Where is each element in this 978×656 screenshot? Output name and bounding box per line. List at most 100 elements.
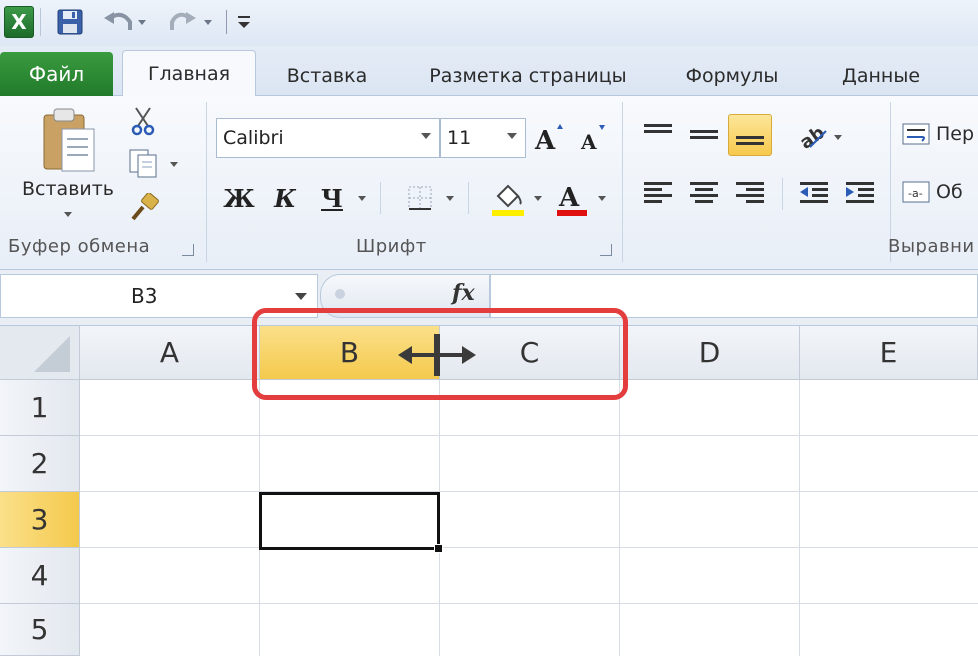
font-launcher-icon[interactable] xyxy=(600,244,612,256)
save-button[interactable] xyxy=(52,6,88,38)
align-left-icon xyxy=(644,182,672,203)
cut-button[interactable] xyxy=(128,104,158,138)
column-resize-cursor-icon[interactable] xyxy=(398,334,476,376)
italic-button[interactable]: К xyxy=(266,178,304,218)
font-color-button[interactable]: A xyxy=(552,176,592,220)
align-left-button[interactable] xyxy=(638,174,678,210)
undo-button[interactable] xyxy=(100,6,148,38)
column-header-d[interactable]: D xyxy=(620,326,800,380)
borders-dropdown-icon[interactable] xyxy=(446,196,454,201)
tab-insert[interactable]: Вставка xyxy=(272,56,382,96)
insert-function-button[interactable]: fx xyxy=(452,280,475,306)
column-header-a[interactable]: A xyxy=(80,326,260,380)
copy-button[interactable] xyxy=(126,146,182,180)
gridline xyxy=(799,380,800,656)
ribbon-tabs: Файл Главная Вставка Разметка страницы Ф… xyxy=(0,46,978,97)
clipboard-launcher-icon[interactable] xyxy=(182,244,194,256)
tab-formulas[interactable]: Формулы xyxy=(672,56,792,96)
increase-indent-icon xyxy=(846,182,874,203)
chevron-down-icon xyxy=(507,133,517,139)
scissors-icon xyxy=(131,107,155,136)
redo-icon xyxy=(170,12,212,30)
svg-text:A: A xyxy=(580,130,597,154)
align-middle-button[interactable] xyxy=(684,116,724,152)
align-center-icon xyxy=(690,182,718,203)
font-color-dropdown-icon[interactable] xyxy=(598,196,606,201)
decrease-indent-button[interactable] xyxy=(794,174,834,210)
font-name-select[interactable]: Calibri xyxy=(216,118,440,158)
row-header-3[interactable]: 3 xyxy=(0,492,80,548)
row-header-1[interactable]: 1 xyxy=(0,380,80,436)
fill-color-button[interactable] xyxy=(486,176,530,220)
paste-icon xyxy=(43,108,95,172)
qat-separator xyxy=(40,8,41,36)
underline-button[interactable]: Ч xyxy=(312,178,352,218)
align-center-button[interactable] xyxy=(684,174,724,210)
chevron-down-icon xyxy=(421,133,431,139)
wrap-text-label: Пер xyxy=(936,123,975,145)
font-size-select[interactable]: 11 xyxy=(440,118,526,158)
align-top-button[interactable] xyxy=(638,116,678,152)
gridline xyxy=(80,491,978,492)
active-cell-b3[interactable] xyxy=(259,492,440,550)
select-all-icon xyxy=(34,336,70,372)
excel-logo-icon[interactable]: X xyxy=(4,6,34,38)
align-middle-icon xyxy=(690,130,718,139)
font-color-icon: A xyxy=(557,183,587,216)
merge-center-icon: -a- xyxy=(902,181,930,203)
font-name-value: Calibri xyxy=(223,127,284,149)
row-header-4[interactable]: 4 xyxy=(0,548,80,604)
select-all-button[interactable] xyxy=(0,326,80,380)
customize-qat-button[interactable] xyxy=(232,6,256,38)
gridline xyxy=(619,380,620,656)
svg-text:A: A xyxy=(558,183,580,213)
row-header-5[interactable]: 5 xyxy=(0,604,80,656)
format-painter-button[interactable] xyxy=(128,192,162,224)
redo-button[interactable] xyxy=(160,6,216,38)
wrap-text-button[interactable]: Пер xyxy=(900,116,978,152)
align-top-icon xyxy=(644,124,672,133)
tab-data[interactable]: Данные xyxy=(822,56,940,96)
chevron-down-icon[interactable] xyxy=(295,293,307,300)
alignment-group-label: Выравни xyxy=(888,236,975,257)
align-bottom-icon xyxy=(736,136,764,145)
resize-handle-icon[interactable] xyxy=(335,289,345,299)
merge-center-button[interactable]: -a- Об xyxy=(900,174,978,210)
align-right-button[interactable] xyxy=(730,174,770,210)
group-separator xyxy=(206,102,207,262)
align-bottom-button[interactable] xyxy=(728,114,772,156)
merge-center-label: Об xyxy=(936,181,963,203)
tab-page-layout[interactable]: Разметка страницы xyxy=(412,56,644,96)
bold-button[interactable]: Ж xyxy=(220,178,258,218)
paste-label: Вставить xyxy=(22,178,115,200)
qat-separator xyxy=(226,10,227,34)
increase-indent-button[interactable] xyxy=(840,174,880,210)
row-header-2[interactable]: 2 xyxy=(0,436,80,492)
tab-file[interactable]: Файл xyxy=(0,52,113,96)
undo-icon xyxy=(104,12,146,30)
column-header-e[interactable]: E xyxy=(800,326,978,380)
orientation-icon: ab xyxy=(796,122,842,151)
svg-text:A: A xyxy=(534,126,556,155)
align-right-icon xyxy=(736,182,764,203)
name-box-value: B3 xyxy=(131,284,158,308)
clipboard-group-label: Буфер обмена xyxy=(8,236,151,257)
fill-color-dropdown-icon[interactable] xyxy=(534,196,542,201)
paste-dropdown-icon[interactable] xyxy=(64,212,72,217)
underline-dropdown-icon[interactable] xyxy=(358,196,366,201)
divider xyxy=(468,182,469,214)
divider xyxy=(782,178,783,210)
title-bar: X xyxy=(0,0,978,46)
borders-icon xyxy=(408,186,432,210)
paste-button[interactable] xyxy=(36,106,102,178)
grow-font-icon: A xyxy=(534,124,563,155)
grow-font-button[interactable]: A xyxy=(532,120,568,156)
tab-home[interactable]: Главная xyxy=(122,50,256,97)
fill-bucket-icon xyxy=(492,184,524,216)
borders-button[interactable] xyxy=(400,178,440,218)
fill-handle[interactable] xyxy=(434,544,443,553)
orientation-button[interactable]: ab xyxy=(794,118,850,154)
ribbon: Вставить Буфер обмена Calibri 11 A A Ж К… xyxy=(0,96,978,270)
shrink-font-button[interactable]: A xyxy=(576,120,612,156)
customize-qat-icon xyxy=(238,16,250,28)
